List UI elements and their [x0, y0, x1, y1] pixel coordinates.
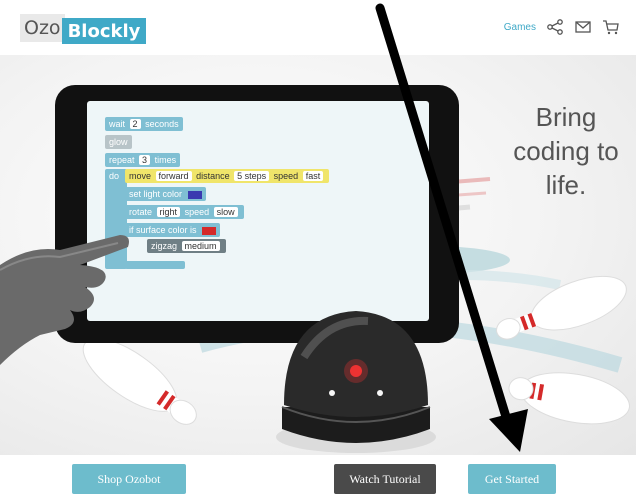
hero-section: wait 2 seconds glow repeat 3 times do mo…	[0, 55, 636, 455]
shop-ozobot-button[interactable]: Shop Ozobot	[72, 464, 186, 494]
seconds-label: seconds	[145, 119, 179, 129]
mail-icon[interactable]	[574, 18, 592, 36]
tagline-line-2: coding to	[513, 136, 619, 166]
games-link[interactable]: Games	[504, 22, 536, 33]
tagline-line-3: life.	[545, 170, 587, 200]
set-light-block: set light color	[125, 187, 206, 201]
do-label: do	[109, 171, 120, 181]
repeat-label: repeat	[109, 155, 135, 165]
logo-ozo-text: Ozo	[20, 14, 65, 42]
repeat-block: repeat 3 times	[105, 153, 181, 167]
repeat-value: 3	[139, 155, 151, 165]
share-icon[interactable]	[546, 18, 564, 36]
logo-blockly-text: Blockly	[61, 18, 147, 44]
medium-value: medium	[181, 241, 220, 251]
distance-label: distance	[196, 171, 230, 181]
ozoblockly-logo[interactable]: Ozo Blockly	[20, 14, 147, 44]
light-color-swatch	[187, 190, 202, 199]
move-block: move forward distance 5 steps speed fast	[125, 169, 330, 183]
bowling-pin-right-lower	[508, 372, 630, 425]
steps-value: 5 steps	[234, 171, 270, 181]
header-nav: Games	[504, 18, 620, 36]
right-value: right	[156, 207, 181, 217]
rotate-speed-label: speed	[184, 207, 210, 217]
watch-tutorial-button[interactable]: Watch Tutorial	[334, 464, 436, 494]
glow-block: glow	[105, 135, 132, 149]
tagline-line-1: Bring	[535, 102, 597, 132]
times-label: times	[154, 155, 177, 165]
surface-color-swatch	[202, 226, 217, 235]
move-label: move	[129, 171, 152, 181]
get-started-button[interactable]: Get Started	[468, 464, 556, 494]
speed-label: speed	[273, 171, 299, 181]
set-light-label: set light color	[129, 189, 183, 199]
rotate-label: rotate	[129, 207, 153, 217]
wait-value: 2	[129, 119, 141, 129]
rotate-block: rotate right speed slow	[125, 205, 244, 219]
wait-block: wait 2 seconds	[105, 117, 183, 131]
fast-value: fast	[302, 171, 324, 181]
slow-value: slow	[213, 207, 238, 217]
wait-label: wait	[109, 119, 126, 129]
hero-tagline: Bring coding to life.	[496, 100, 636, 202]
forward-value: forward	[155, 171, 192, 181]
ozobot-robot	[276, 311, 436, 453]
hand-illustration	[0, 235, 129, 365]
cart-icon[interactable]	[602, 18, 620, 36]
